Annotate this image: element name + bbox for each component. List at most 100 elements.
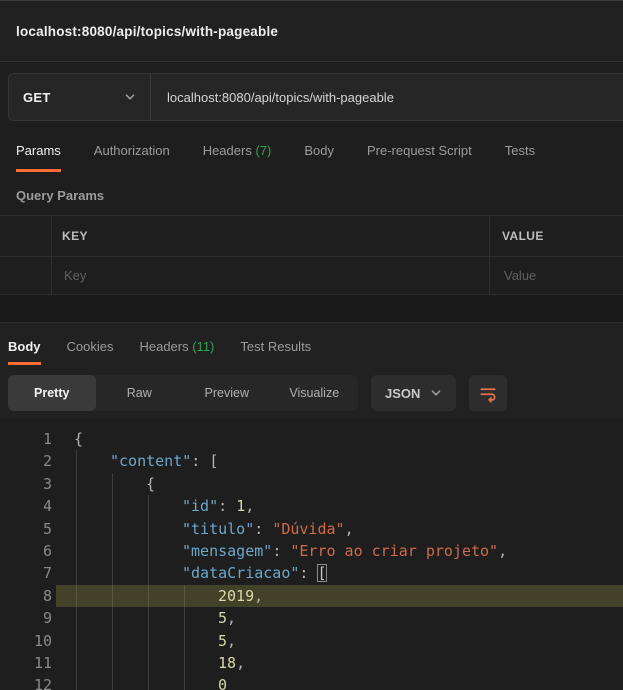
- line-number: 6: [42, 541, 52, 560]
- method-select[interactable]: GET: [9, 74, 151, 120]
- method-label: GET: [23, 89, 51, 105]
- tab-label: Test Results: [240, 339, 312, 354]
- line-number: 4: [42, 497, 52, 516]
- indent-guide: [112, 517, 113, 540]
- tab-body[interactable]: Body: [304, 143, 334, 172]
- param-checkbox-cell: [0, 257, 52, 294]
- pane-splitter[interactable]: [0, 295, 623, 323]
- param-row: [0, 257, 623, 295]
- tab-label: Params: [16, 143, 61, 158]
- code-line-3[interactable]: 3{: [0, 472, 623, 496]
- tab-authorization[interactable]: Authorization: [94, 143, 170, 172]
- view-mode-visualize[interactable]: Visualize: [271, 375, 359, 411]
- indent-guide: [148, 495, 149, 518]
- indent-guide: [148, 674, 149, 690]
- indent-guide: [112, 562, 113, 585]
- indent-guide: [112, 472, 113, 496]
- tab-tests[interactable]: Tests: [505, 143, 535, 172]
- tab-headers[interactable]: Headers (7): [203, 143, 272, 172]
- params-header-row: KEY VALUE: [0, 216, 623, 257]
- code-line-2[interactable]: 2 "content": [: [0, 450, 623, 473]
- code-text: "dataCriacao": [: [182, 564, 327, 583]
- code-text: 0: [218, 676, 228, 690]
- tab-pre-request-script[interactable]: Pre-request Script: [367, 143, 472, 172]
- line-number: 10: [33, 631, 52, 650]
- code-text: "titulo": "Dúvida",: [182, 519, 354, 538]
- request-title: localhost:8080/api/topics/with-pageable: [16, 23, 279, 39]
- chevron-down-icon: [432, 390, 441, 396]
- code-line-4[interactable]: 4 "id": 1,: [0, 495, 623, 518]
- line-number: 8: [42, 586, 52, 605]
- param-checkbox-header-cell: [0, 216, 52, 256]
- tab-headers[interactable]: Headers (11): [139, 339, 214, 365]
- param-key-cell: [52, 257, 490, 294]
- indent-guide: [112, 607, 113, 630]
- response-body-viewer: 1{2 "content": [3{4 "id": 1, 5 "titulo": "Dú…: [0, 419, 623, 690]
- line-number: 12: [33, 676, 52, 690]
- indent-guide: [76, 539, 77, 563]
- code-line-10[interactable]: 10 5,: [0, 629, 623, 652]
- indent-guide: [148, 562, 149, 585]
- value-column-header: VALUE: [502, 229, 544, 243]
- response-tabs: Body Cookies Headers (11) Test Results: [0, 323, 623, 365]
- code-text: {: [74, 430, 84, 448]
- code-line-6[interactable]: 6 "mensagem": "Erro ao criar projeto",: [0, 539, 623, 563]
- code-line-7[interactable]: 7 "dataCriacao": [: [0, 562, 623, 585]
- tab-label: Pre-request Script: [366, 143, 472, 158]
- query-params-label: Query Params: [16, 188, 105, 203]
- response-pane: Body Cookies Headers (11) Test Results Pret…: [0, 323, 623, 690]
- tab-label: Headers: [202, 143, 252, 158]
- format-select[interactable]: JSON: [371, 375, 457, 411]
- indent-guide: [76, 607, 77, 630]
- code-text: "mensagem": "Erro ao criar projeto",: [182, 541, 508, 560]
- param-value-input[interactable]: [502, 267, 621, 284]
- line-number: 5: [42, 519, 52, 538]
- line-number: 3: [42, 474, 52, 493]
- tab-cookies[interactable]: Cookies: [67, 339, 114, 365]
- tab-label: Body: [304, 143, 334, 158]
- code-text: 5,: [218, 609, 237, 628]
- code-text: 2019,: [218, 586, 264, 605]
- tab-label: Cookies: [66, 339, 114, 354]
- code-line-9[interactable]: 9 5,: [0, 607, 623, 630]
- view-mode-preview[interactable]: Preview: [183, 375, 271, 411]
- tab-body[interactable]: Body: [8, 339, 41, 365]
- url-input[interactable]: [165, 88, 623, 106]
- indent-guide: [112, 629, 113, 652]
- indent-guide: [112, 651, 113, 675]
- url-bar: GET: [8, 73, 623, 121]
- code-text: "content": [: [110, 452, 219, 471]
- param-value-cell: [490, 257, 623, 294]
- chevron-down-icon: [125, 94, 135, 100]
- indent-guide: [76, 517, 77, 540]
- tab-params[interactable]: Params: [16, 143, 61, 172]
- code-line-1[interactable]: 1{: [0, 428, 623, 450]
- indent-guide: [184, 584, 185, 608]
- code-text: 18,: [218, 653, 246, 672]
- indent-guide: [76, 472, 77, 496]
- code-line-12[interactable]: 12 0: [0, 674, 623, 690]
- param-value-header-cell: VALUE: [490, 216, 623, 256]
- tab-count-badge: (7): [251, 143, 272, 158]
- response-toolbar: Pretty Raw Preview Visualize JSON: [8, 375, 623, 411]
- line-number: 9: [42, 609, 52, 628]
- indent-guide: [148, 584, 149, 608]
- tab-count-badge: (11): [188, 339, 215, 354]
- wrap-text-button[interactable]: [469, 375, 508, 411]
- code-line-5[interactable]: 5 "titulo": "Dúvida",: [0, 517, 623, 540]
- code-line-11[interactable]: 11 18,: [0, 651, 623, 675]
- view-mode-pretty[interactable]: Pretty: [8, 375, 96, 411]
- code-line-8[interactable]: 8 2019,: [0, 584, 623, 608]
- code-text: 5,: [218, 631, 237, 650]
- tab-test-results[interactable]: Test Results: [240, 339, 311, 365]
- indent-guide: [184, 607, 185, 630]
- param-key-input[interactable]: [62, 267, 472, 284]
- view-mode-raw[interactable]: Raw: [96, 375, 184, 411]
- code-lines: 1{2 "content": [3{4 "id": 1, 5 "titulo": "Dú…: [0, 428, 623, 690]
- indent-guide: [148, 629, 149, 652]
- indent-guide: [112, 495, 113, 518]
- text-wrap-icon: [480, 388, 496, 403]
- postman-request-view: localhost:8080/api/topics/with-pageable …: [0, 0, 623, 690]
- key-column-header: KEY: [62, 229, 88, 243]
- request-tabs: Params Authorization Headers (7) Body Pre-re…: [0, 135, 623, 172]
